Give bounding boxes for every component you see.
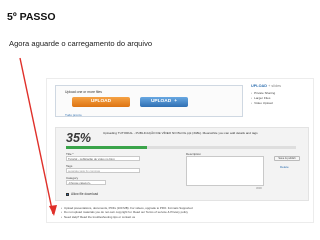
- arrow-head: [49, 205, 57, 216]
- red-arrow-icon: [19, 57, 57, 216]
- arrow-shaft: [19, 57, 54, 215]
